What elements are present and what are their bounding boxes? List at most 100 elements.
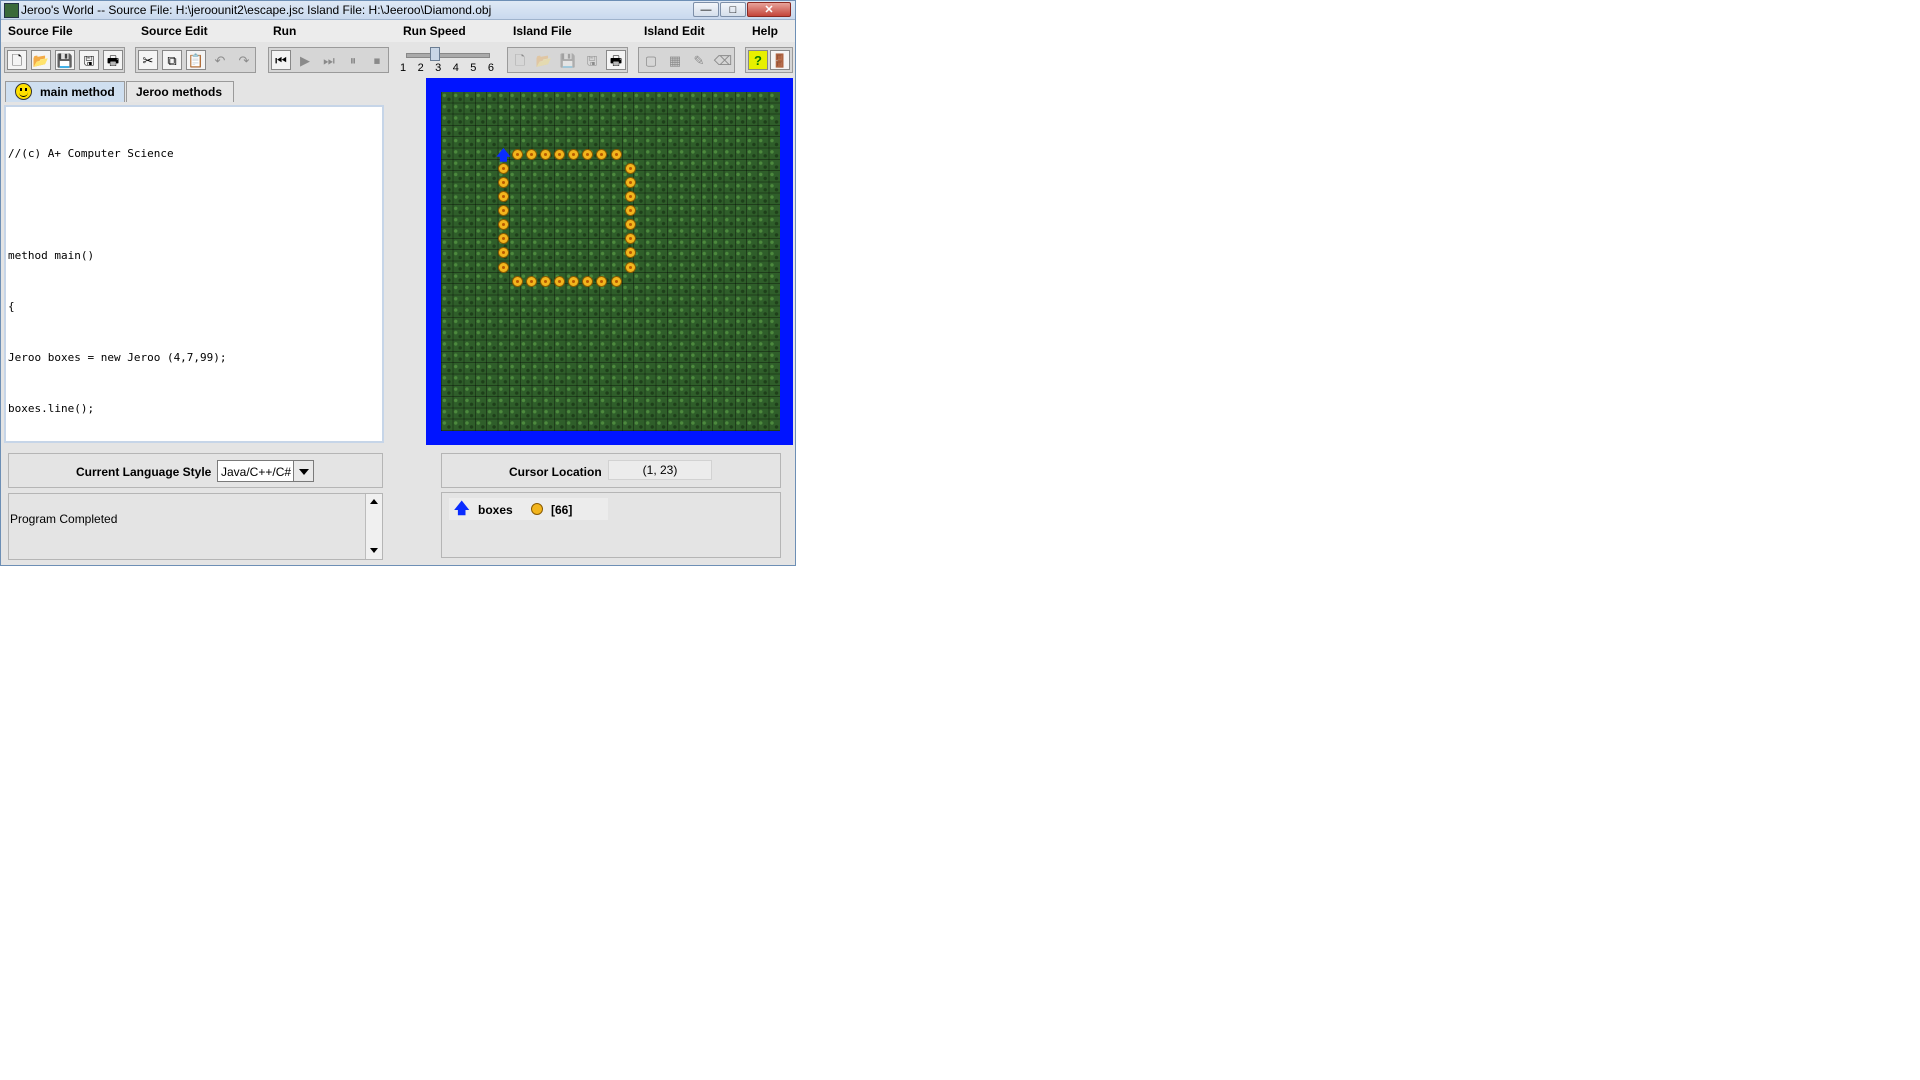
flower xyxy=(624,233,636,245)
pause-button[interactable]: ⏸ xyxy=(343,50,363,70)
source-editor[interactable]: //(c) A+ Computer Science method main() … xyxy=(4,105,384,443)
flower xyxy=(624,190,636,202)
copy-button[interactable]: ⧉ xyxy=(162,50,182,70)
speed-track[interactable] xyxy=(406,53,490,58)
print-button[interactable]: 🖶 xyxy=(103,50,123,70)
status-scrollbar[interactable] xyxy=(365,494,382,559)
menu-run-speed[interactable]: Run Speed xyxy=(403,24,466,38)
chevron-down-icon[interactable] xyxy=(293,461,313,481)
reset-button[interactable]: ⏮ xyxy=(271,50,291,70)
open-file-button[interactable]: 📂 xyxy=(31,50,51,70)
menu-island-edit[interactable]: Island Edit xyxy=(644,24,705,38)
run-icon: ▶ xyxy=(300,52,310,68)
flower xyxy=(568,275,580,287)
island-edit-toolbar: ▢ ▦ ✎ ⌫ xyxy=(638,47,735,73)
flower xyxy=(539,148,551,160)
new-file-button[interactable]: 🗋 xyxy=(7,50,27,70)
language-select[interactable]: Java/C++/C# xyxy=(217,460,314,482)
help-button[interactable]: ? xyxy=(748,50,768,70)
undo-button[interactable]: ↶ xyxy=(210,50,230,70)
jeroo-name: boxes xyxy=(478,503,513,517)
new-island-icon: 🗋 xyxy=(514,52,526,68)
flower xyxy=(525,148,537,160)
pause-icon: ⏸ xyxy=(349,52,357,68)
erase-button[interactable]: ⌫ xyxy=(713,50,733,70)
copy-icon: ⧉ xyxy=(167,52,177,68)
flower xyxy=(539,275,551,287)
run-toolbar: ⏮ ▶ ⏭ ⏸ ⏹ xyxy=(268,47,389,73)
source-file-toolbar: 🗋 📂 💾 🖫 🖶 xyxy=(4,47,125,73)
speed-label-6: 6 xyxy=(487,62,494,74)
cut-button[interactable]: ✂ xyxy=(138,50,158,70)
grid-icon: ▦ xyxy=(668,52,682,68)
island-grid[interactable]: 🡅 xyxy=(441,92,780,431)
stop-button[interactable]: ⏹ xyxy=(367,50,387,70)
save-island-as-icon: 🖫 xyxy=(586,52,598,68)
save-island-button[interactable]: 💾 xyxy=(558,50,578,70)
status-panel: Program Completed xyxy=(8,493,383,560)
grid-button[interactable]: ▦ xyxy=(665,50,685,70)
run-speed-slider[interactable]: 1 2 3 4 5 6 xyxy=(398,45,496,77)
menu-source-file[interactable]: Source File xyxy=(8,24,73,38)
cursor-location-value: (1, 23) xyxy=(608,460,712,480)
tab-jeroo-methods[interactable]: Jeroo methods xyxy=(126,81,234,102)
flower xyxy=(554,148,565,160)
step-button[interactable]: ⏭ xyxy=(319,50,339,70)
print-island-button[interactable]: 🖶 xyxy=(606,50,626,70)
new-island-button[interactable]: 🗋 xyxy=(510,50,530,70)
flower xyxy=(624,176,636,188)
flower xyxy=(554,275,565,287)
menu-island-file[interactable]: Island File xyxy=(513,24,572,38)
source-edit-toolbar: ✂ ⧉ 📋 ↶ ↷ xyxy=(135,47,256,73)
code-line: { xyxy=(8,300,15,313)
clear-island-button[interactable]: ▢ xyxy=(641,50,661,70)
open-file-icon: 📂 xyxy=(32,52,50,68)
window-title: Jeroo's World -- Source File: H:\jerooun… xyxy=(21,3,492,17)
app-icon xyxy=(4,3,19,18)
code-line: Jeroo boxes = new Jeroo (4,7,99); xyxy=(8,351,227,364)
flower xyxy=(497,190,509,202)
tab-main-method[interactable]: main method xyxy=(5,81,125,102)
scroll-down-icon[interactable] xyxy=(366,545,381,557)
speed-labels: 1 2 3 4 5 6 xyxy=(400,62,494,74)
menu-source-edit[interactable]: Source Edit xyxy=(141,24,208,38)
menu-run[interactable]: Run xyxy=(273,24,296,38)
clear-island-icon: ▢ xyxy=(644,52,658,68)
flower xyxy=(610,275,622,287)
flower xyxy=(624,247,636,259)
redo-button[interactable]: ↷ xyxy=(234,50,254,70)
run-button[interactable]: ▶ xyxy=(295,50,315,70)
paste-button[interactable]: 📋 xyxy=(186,50,206,70)
save-button[interactable]: 💾 xyxy=(55,50,75,70)
cursor-location-label: Cursor Location xyxy=(509,465,602,479)
title-bar: Jeroo's World -- Source File: H:\jerooun… xyxy=(1,1,795,20)
language-label: Current Language Style xyxy=(76,465,212,479)
flower xyxy=(624,219,636,231)
open-island-button[interactable]: 📂 xyxy=(534,50,554,70)
jeroo-status-panel: 🡅 boxes [66] xyxy=(441,492,781,558)
flower xyxy=(568,148,580,160)
scroll-up-icon[interactable] xyxy=(366,496,381,508)
maximize-button[interactable]: □ xyxy=(720,2,746,17)
erase-icon: ⌫ xyxy=(713,52,733,68)
menu-help[interactable]: Help xyxy=(752,24,778,38)
edit-button[interactable]: ✎ xyxy=(689,50,709,70)
minimize-button[interactable]: — xyxy=(693,2,719,17)
menu-bar: Source File Source Edit Run Run Speed Is… xyxy=(1,20,795,42)
flower xyxy=(596,275,608,287)
code-line: boxes.line(); xyxy=(8,402,95,415)
tab-main-method-label: main method xyxy=(40,85,115,99)
flower xyxy=(582,148,594,160)
jeroo-status-row: 🡅 boxes [66] xyxy=(449,498,608,520)
save-island-as-button[interactable]: 🖫 xyxy=(582,50,602,70)
status-message: Program Completed xyxy=(10,512,118,526)
flower xyxy=(596,148,608,160)
close-button[interactable]: ✕ xyxy=(747,2,791,17)
speed-thumb[interactable] xyxy=(430,47,440,61)
speed-label-4: 4 xyxy=(452,62,459,74)
exit-button[interactable]: 🚪 xyxy=(770,50,790,70)
code-line: //(c) A+ Computer Science xyxy=(8,147,174,160)
language-panel: Current Language Style Java/C++/C# xyxy=(8,453,383,488)
speed-label-1: 1 xyxy=(400,62,407,74)
save-as-button[interactable]: 🖫 xyxy=(79,50,99,70)
